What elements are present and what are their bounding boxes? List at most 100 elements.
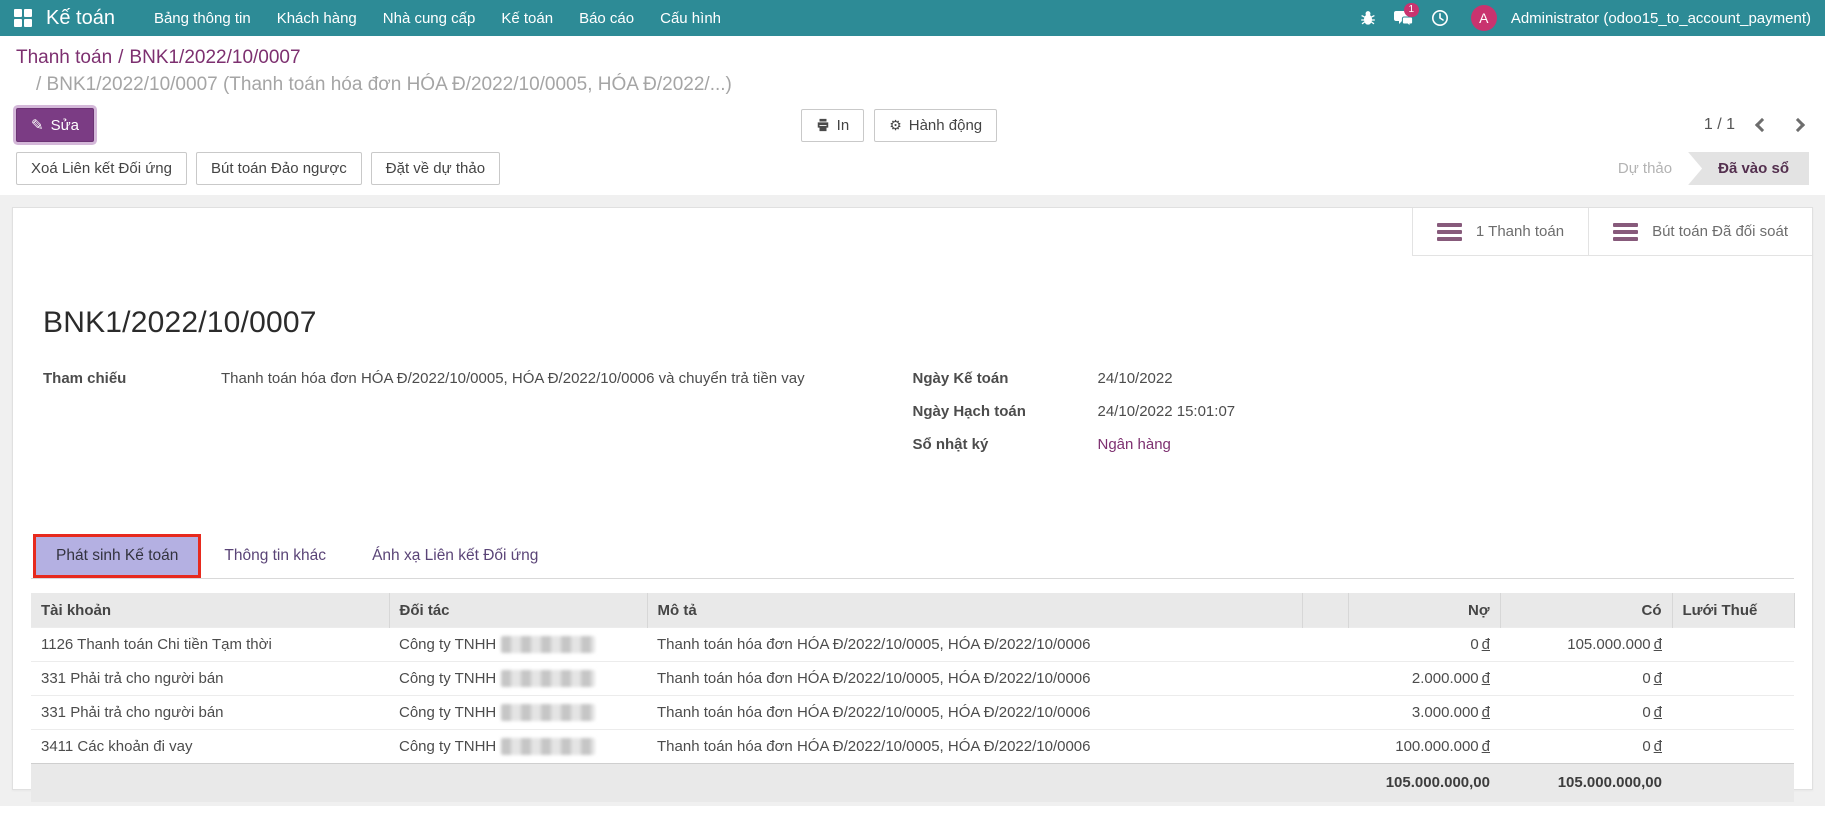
smart-button-box: 1 Thanh toán Bút toán Đã đối soát [1412,208,1812,256]
action-button[interactable]: ⚙ Hành động [874,109,997,142]
cell-account[interactable]: 1126 Thanh toán Chi tiền Tạm thời [31,628,389,662]
smart-button[interactable]: 1 Thanh toán [1412,208,1588,256]
cell-description[interactable]: Thanh toán hóa đơn HÓA Đ/2022/10/0005, H… [647,730,1302,764]
print-button[interactable]: In [801,109,865,142]
field-label: Sổ nhật ký [913,436,1098,453]
notebook-tabs: Phát sinh Kế toán Thông tin khác Ánh xạ … [31,534,1794,579]
cell-empty [1302,662,1348,696]
cell-debit[interactable]: 2.000.000đ [1348,662,1500,696]
col-header-account[interactable]: Tài khoản [31,593,389,628]
totals-row: 105.000.000,00 105.000.000,00 [31,764,1794,802]
cell-description[interactable]: Thanh toán hóa đơn HÓA Đ/2022/10/0005, H… [647,662,1302,696]
notebook-tab[interactable]: Ánh xạ Liên kết Đối ứng [349,534,561,578]
topbar-menu-item[interactable]: Kế toán [488,1,566,36]
col-header-debit[interactable]: Nợ [1348,593,1500,628]
journal-entries-icon [1613,223,1638,241]
redacted-partner-name [501,704,595,721]
cell-partner[interactable]: Công ty TNHH [389,628,647,662]
table-header-row: Tài khoản Đối tác Mô tả Nợ Có Lưới Thuế … [31,593,1794,628]
main-menu: Bảng thông tin Khách hàng Nhà cung cấp K… [141,1,734,36]
journal-items-table: Tài khoản Đối tác Mô tả Nợ Có Lưới Thuế … [31,593,1794,802]
cell-debit[interactable]: 100.000.000đ [1348,730,1500,764]
cell-credit[interactable]: 105.000.000đ [1500,628,1672,662]
topbar-menu-item[interactable]: Cấu hình [647,1,734,36]
cell-description[interactable]: Thanh toán hóa đơn HÓA Đ/2022/10/0005, H… [647,696,1302,730]
content-background: 1 Thanh toán Bút toán Đã đối soát BNK1/2… [0,195,1825,806]
notebook-tab[interactable]: Thông tin khác [201,534,349,578]
statusbar-action-button[interactable]: Xoá Liên kết Đối ứng [16,152,187,185]
cell-credit[interactable]: 0đ [1500,696,1672,730]
pager-previous-icon[interactable] [1755,118,1769,132]
breadcrumb: Thanh toán / BNK1/2022/10/0007 / BNK1/2022… [0,36,1825,100]
topbar-menu-item[interactable]: Khách hàng [264,1,370,36]
cell-tax-grid[interactable] [1672,662,1794,696]
cell-tax-grid[interactable] [1672,628,1794,662]
journal-entries-icon [1437,223,1462,241]
cell-partner[interactable]: Công ty TNHH [389,696,647,730]
col-header-description[interactable]: Mô tả [647,593,1302,628]
pager-value[interactable]: 1 / 1 [1704,116,1735,134]
cell-empty [1302,628,1348,662]
apps-menu-icon[interactable] [14,9,32,27]
col-header-partner[interactable]: Đối tác [389,593,647,628]
cell-credit[interactable]: 0đ [1500,662,1672,696]
edit-button[interactable]: ✎ Sửa [16,108,94,142]
journal-item-row[interactable]: 1126 Thanh toán Chi tiền Tạm thời Công t… [31,628,1794,662]
cell-tax-grid[interactable] [1672,730,1794,764]
field-value: Thanh toán hóa đơn HÓA Đ/2022/10/0005, H… [221,370,805,387]
breadcrumb-record-subtitle: / BNK1/2022/10/0007 (Thanh toán hóa đơn … [16,71,1809,98]
cell-empty [1302,730,1348,764]
breadcrumb-parent-link[interactable]: Thanh toán [16,47,112,68]
smart-button[interactable]: Bút toán Đã đối soát [1588,208,1812,256]
field-value[interactable]: Ngân hàng [1098,436,1171,453]
col-header-empty [1302,593,1348,628]
cell-debit[interactable]: 3.000.000đ [1348,696,1500,730]
cell-account[interactable]: 331 Phải trả cho người bán [31,662,389,696]
breadcrumb-current-link[interactable]: BNK1/2022/10/0007 [129,47,300,68]
cell-description[interactable]: Thanh toán hóa đơn HÓA Đ/2022/10/0005, H… [647,628,1302,662]
pager-next-icon[interactable] [1791,118,1805,132]
cell-debit[interactable]: 0đ [1348,628,1500,662]
field-value[interactable]: 24/10/2022 [1098,370,1173,387]
total-credit: 105.000.000,00 [1500,764,1672,802]
field-label: Tham chiếu [43,370,221,387]
redacted-partner-name [501,670,595,687]
field-label: Ngày Kế toán [913,370,1098,387]
top-navbar: Kế toán Bảng thông tin Khách hàng Nhà cu… [0,0,1825,36]
activities-clock-icon[interactable] [1425,0,1455,36]
journal-item-row[interactable]: 331 Phải trả cho người bán Công ty TNHH … [31,696,1794,730]
statusbar-action-button[interactable]: Bút toán Đảo ngược [196,152,362,185]
cell-partner[interactable]: Công ty TNHH [389,730,647,764]
user-menu[interactable]: Administrator (odoo15_to_account_payment… [1511,10,1811,27]
pencil-icon: ✎ [31,116,44,134]
record-title: BNK1/2022/10/0007 [43,306,1782,340]
messages-icon[interactable]: 1 [1389,0,1419,36]
journal-item-row[interactable]: 3411 Các khoản đi vay Công ty TNHH Thanh… [31,730,1794,764]
topbar-menu-item[interactable]: Nhà cung cấp [370,1,489,36]
statusbar-row: Xoá Liên kết Đối ứng Bút toán Đảo ngược … [0,148,1825,195]
notebook-tab[interactable]: Phát sinh Kế toán [33,534,201,578]
cell-account[interactable]: 331 Phải trả cho người bán [31,696,389,730]
breadcrumb-separator: / [118,47,123,68]
app-name[interactable]: Kế toán [46,7,115,30]
topbar-menu-item[interactable]: Bảng thông tin [141,1,264,36]
statusbar-action-button[interactable]: Đặt về dự thảo [371,152,500,185]
status-state[interactable]: Đã vào sổ [1688,152,1809,185]
cell-partner[interactable]: Công ty TNHH [389,662,647,696]
journal-item-row[interactable]: 331 Phải trả cho người bán Công ty TNHH … [31,662,1794,696]
cell-tax-grid[interactable] [1672,696,1794,730]
col-header-credit[interactable]: Có [1500,593,1672,628]
cell-account[interactable]: 3411 Các khoản đi vay [31,730,389,764]
field-group-right: Ngày Kế toán 24/10/2022 Ngày Hạch toán 2… [913,370,1783,488]
topbar-menu-item[interactable]: Báo cáo [566,1,647,36]
cell-credit[interactable]: 0đ [1500,730,1672,764]
field-group-left: Tham chiếu Thanh toán hóa đơn HÓA Đ/2022… [43,370,913,488]
col-header-tax-grid[interactable]: Lưới Thuế [1672,593,1794,628]
field-value[interactable]: 24/10/2022 15:01:07 [1098,403,1236,420]
form-sheet: 1 Thanh toán Bút toán Đã đối soát BNK1/2… [12,207,1813,790]
cell-empty [1302,696,1348,730]
user-avatar[interactable]: A [1471,5,1497,31]
status-state[interactable]: Dự thảo [1602,152,1688,185]
statusbar-states: Dự thảo Đã vào sổ [1602,152,1809,185]
debug-bug-icon[interactable] [1353,0,1383,36]
